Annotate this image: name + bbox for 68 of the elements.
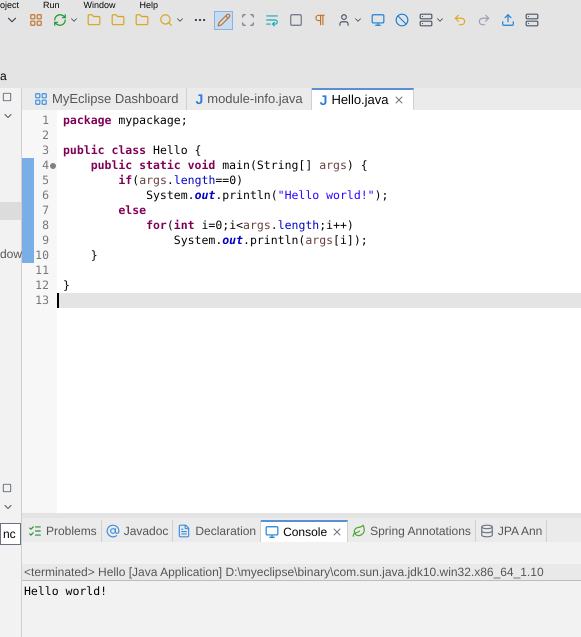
prohibited-icon	[394, 13, 408, 27]
console-output: Hello world!	[24, 583, 108, 600]
line-number: 6	[41, 186, 49, 204]
grid-icon	[28, 13, 42, 27]
code-line: System.out.println(args[i]);	[172, 232, 368, 249]
line-number: 2	[41, 126, 49, 144]
line-number: 11	[34, 262, 49, 279]
menu-item[interactable]: Run	[43, 0, 60, 10]
database-icon	[480, 524, 494, 538]
code-line: for(int i=0;i<args.length;i++)	[145, 216, 354, 234]
close-icon[interactable]	[331, 526, 344, 538]
line-number: 7	[41, 202, 49, 219]
filter-field[interactable]: nc	[0, 523, 21, 545]
close-icon[interactable]	[392, 94, 405, 106]
at-sign-icon	[106, 524, 120, 538]
line-number: 4	[41, 156, 49, 174]
user-icon	[336, 13, 350, 27]
folder-icon	[110, 13, 124, 27]
monitor-icon	[265, 525, 280, 539]
server-icon	[524, 13, 538, 27]
server-icon	[418, 13, 432, 27]
folder-icon	[86, 13, 100, 27]
line-number: 5	[41, 172, 49, 189]
document-icon	[177, 524, 192, 538]
checklist-icon	[28, 524, 42, 538]
menu-item[interactable]: Help	[140, 0, 158, 10]
search-icon	[158, 13, 172, 27]
scan-icon	[240, 13, 254, 27]
code-line: }	[63, 276, 70, 294]
line-number: 10	[34, 246, 49, 264]
monitor-icon	[370, 13, 384, 27]
code-line: package mypackage;	[63, 112, 188, 129]
panel-label: dow	[0, 248, 21, 260]
view-tab[interactable]: Javadoc	[102, 520, 174, 542]
line-number: 9	[41, 232, 49, 249]
refresh-icon	[52, 13, 66, 27]
line-number: 3	[41, 142, 49, 159]
folder-icon	[134, 13, 148, 27]
editor-tab[interactable]: J Hello.java	[312, 88, 414, 110]
restore-icon[interactable]	[2, 483, 12, 493]
console-header: <terminated> Hello [Java Application] D:\myeclipse\binary\com.sun.java.jdk10.win32.x86_64_1.10	[22, 564, 581, 581]
code-line: System.out.println("Hello world!");	[145, 186, 388, 204]
redo-icon	[476, 13, 490, 27]
code-editor[interactable]	[22, 110, 581, 513]
square-icon	[288, 13, 302, 27]
code-line: public class Hello {	[63, 142, 202, 159]
java-file-icon: J	[195, 92, 204, 106]
code-line: if(args.length==0)	[117, 172, 244, 189]
restore-icon[interactable]	[2, 92, 12, 102]
menu-item[interactable]: Window	[84, 0, 116, 10]
panel-label: a	[0, 70, 7, 82]
code-line: public static void main(String[] args) {	[90, 156, 368, 174]
pencil-icon	[216, 13, 230, 27]
upload-icon	[500, 13, 514, 27]
pilcrow-icon	[312, 13, 326, 27]
view-tab[interactable]: Console	[261, 520, 348, 542]
wrap-icon	[264, 13, 278, 27]
line-number: 1	[41, 112, 49, 129]
java-file-icon: J	[320, 93, 328, 107]
code-line: else	[117, 202, 146, 219]
line-number: 8	[41, 216, 49, 234]
menu-item[interactable]: oject	[0, 0, 20, 10]
undo-icon	[452, 13, 466, 27]
code-line: }	[90, 246, 98, 264]
line-number: 13	[34, 292, 49, 309]
leaf-icon	[352, 524, 366, 538]
line-number: 12	[34, 276, 49, 294]
grid-icon	[34, 92, 48, 106]
